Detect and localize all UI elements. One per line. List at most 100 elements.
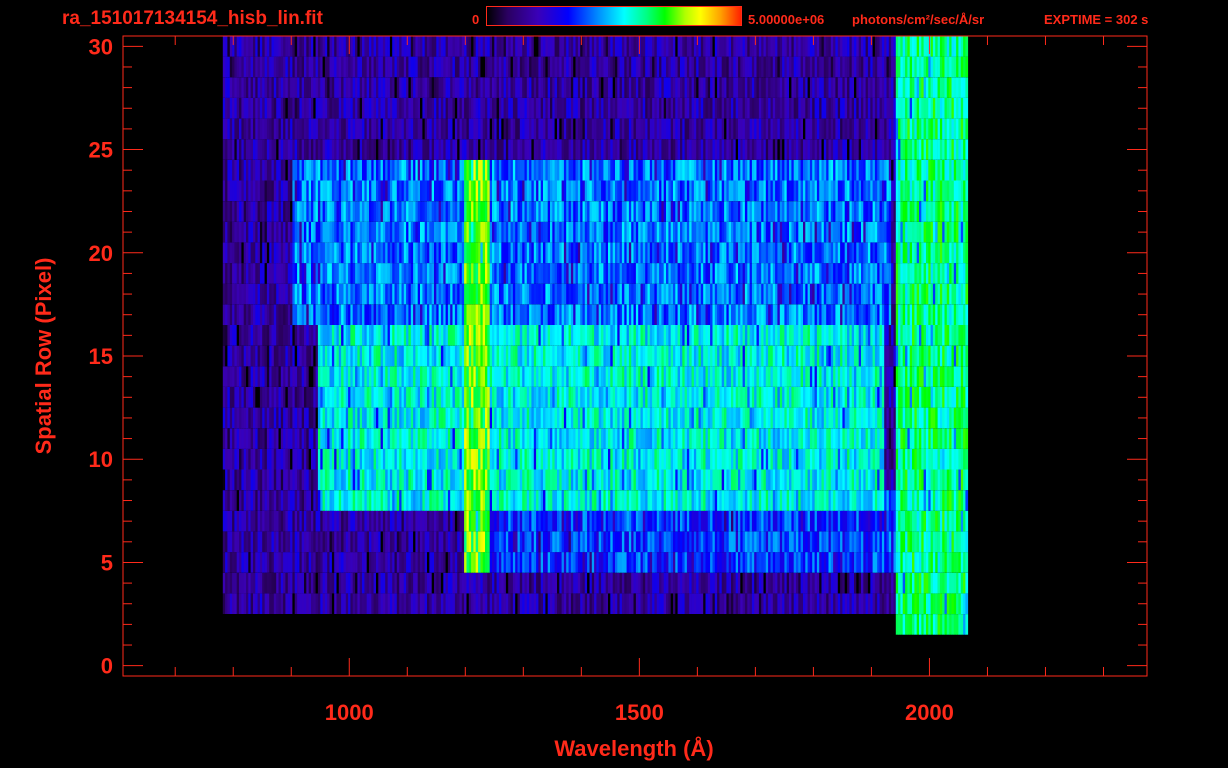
heatmap-cell xyxy=(874,572,878,594)
heatmap-cell xyxy=(222,407,226,429)
heatmap-cell xyxy=(731,387,734,408)
heatmap-cell xyxy=(928,593,931,614)
heatmap-cell xyxy=(561,325,565,346)
heatmap-cell xyxy=(422,593,426,614)
heatmap-cell xyxy=(434,448,437,470)
heatmap-cell xyxy=(401,448,405,470)
heatmap-cell xyxy=(884,428,887,449)
heatmap-cell xyxy=(696,448,699,470)
heatmap-cell xyxy=(958,304,962,325)
heatmap-cell xyxy=(700,325,704,346)
heatmap-cell xyxy=(784,387,788,408)
heatmap-cell xyxy=(937,490,941,511)
heatmap-cell xyxy=(926,325,929,346)
heatmap-cell xyxy=(266,593,270,614)
heatmap-cell xyxy=(803,387,806,408)
heatmap-cell xyxy=(958,366,962,387)
heatmap-cell xyxy=(266,407,270,429)
heatmap-cell xyxy=(331,593,335,614)
heatmap-cell xyxy=(963,366,966,387)
heatmap-cell xyxy=(450,552,453,573)
heatmap-cell xyxy=(680,531,683,553)
heatmap-cell xyxy=(763,304,767,325)
heatmap-cell xyxy=(550,283,553,305)
heatmap-cell xyxy=(777,469,781,491)
heatmap-cell xyxy=(380,345,384,367)
heatmap-cell xyxy=(436,572,439,594)
heatmap-cell xyxy=(649,531,653,553)
heatmap-cell xyxy=(543,572,546,594)
heatmap-cell xyxy=(487,531,490,553)
heatmap-cell xyxy=(445,387,449,408)
heatmap-cell xyxy=(257,593,261,614)
heatmap-cell xyxy=(417,428,421,449)
heatmap-cell xyxy=(438,469,442,491)
heatmap-cell xyxy=(255,531,258,553)
heatmap-cell xyxy=(348,387,351,408)
heatmap-cell xyxy=(779,490,783,511)
heatmap-cell xyxy=(726,345,730,367)
heatmap-cell xyxy=(457,469,460,491)
heatmap-cell xyxy=(675,407,678,429)
heatmap-cell xyxy=(856,572,859,594)
heatmap-cell xyxy=(786,469,790,491)
heatmap-cell xyxy=(440,304,444,325)
heatmap-cell xyxy=(392,490,395,511)
heatmap-cell xyxy=(654,469,658,491)
heatmap-cell xyxy=(587,304,590,325)
heatmap-cell xyxy=(919,593,922,614)
heatmap-cell xyxy=(438,531,442,553)
heatmap-cell xyxy=(738,531,741,553)
heatmap-cell xyxy=(227,448,231,470)
heatmap-cell xyxy=(858,304,862,325)
heatmap-cell xyxy=(454,572,458,594)
heatmap-cell xyxy=(677,366,681,387)
heatmap-cell xyxy=(686,469,690,491)
heatmap-cell xyxy=(369,325,372,346)
heatmap-cell xyxy=(396,325,400,346)
heatmap-cell xyxy=(324,366,328,387)
heatmap-cell xyxy=(907,366,911,387)
heatmap-cell xyxy=(886,448,890,470)
heatmap-cell xyxy=(531,387,535,408)
heatmap-cell xyxy=(478,531,481,553)
heatmap-cell xyxy=(786,304,790,325)
heatmap-cell xyxy=(705,490,709,511)
heatmap-cell xyxy=(478,366,481,387)
heatmap-cell xyxy=(589,510,593,532)
heatmap-cell xyxy=(728,366,732,387)
heatmap-cell xyxy=(452,407,456,429)
heatmap-cell xyxy=(673,531,676,553)
heatmap-cell xyxy=(777,387,781,408)
heatmap-cell xyxy=(958,531,962,553)
heatmap-cell xyxy=(596,387,600,408)
heatmap-cell xyxy=(605,572,609,594)
heatmap-cell xyxy=(893,345,897,367)
heatmap-cell xyxy=(726,552,730,573)
heatmap-cell xyxy=(942,510,945,532)
heatmap-cell xyxy=(844,448,848,470)
heatmap-cell xyxy=(255,304,258,325)
heatmap-cell xyxy=(714,510,718,532)
heatmap-cell xyxy=(343,325,347,346)
heatmap-cell xyxy=(443,428,446,449)
heatmap-cell xyxy=(246,510,249,532)
heatmap-cell xyxy=(928,572,931,594)
heatmap-cell xyxy=(772,345,776,367)
heatmap-cell xyxy=(742,428,746,449)
heatmap-cell xyxy=(255,448,258,470)
heatmap-cell xyxy=(253,572,256,594)
heatmap-cell xyxy=(705,387,709,408)
heatmap-cell xyxy=(789,345,792,367)
heatmap-cell xyxy=(932,407,936,429)
heatmap-cell xyxy=(789,387,792,408)
heatmap-cell xyxy=(503,407,507,429)
heatmap-cell xyxy=(937,510,941,532)
heatmap-cell xyxy=(796,428,799,449)
heatmap-cell xyxy=(656,593,660,614)
heatmap-cell xyxy=(294,593,298,614)
heatmap-cell xyxy=(640,304,644,325)
heatmap-cell xyxy=(257,490,261,511)
heatmap-cell xyxy=(960,469,964,491)
heatmap-cell xyxy=(958,448,962,470)
